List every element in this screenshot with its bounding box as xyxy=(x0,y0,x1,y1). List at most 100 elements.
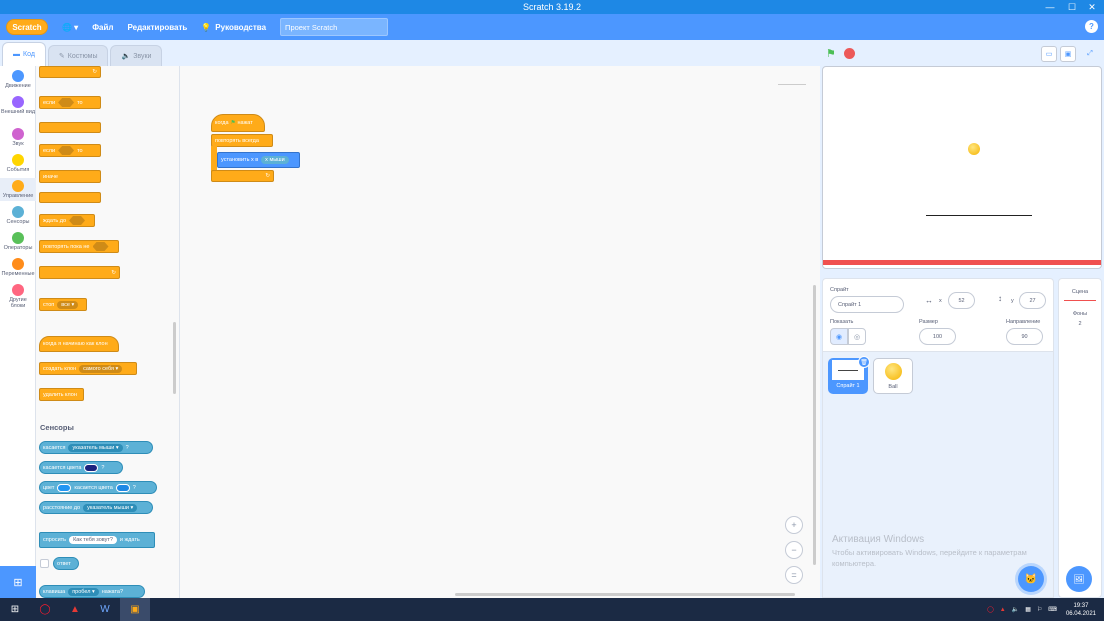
block-repeat-until[interactable]: повторять пока не xyxy=(39,240,119,253)
block-delete-clone[interactable]: удалить клон xyxy=(39,388,84,401)
category-sensing[interactable]: Сенсоры xyxy=(0,206,36,225)
hide-eye-icon[interactable]: ◎ xyxy=(848,328,866,345)
palette-scrollbar[interactable] xyxy=(173,322,176,394)
block-label: ? xyxy=(125,444,129,451)
project-title-input[interactable]: Проект Scratch xyxy=(280,18,389,36)
direction-input[interactable]: 90 xyxy=(1006,328,1043,345)
scratch-logo[interactable]: Scratch xyxy=(6,19,48,35)
category-my-blocks[interactable]: Другие блоки xyxy=(0,284,36,309)
y-input[interactable]: 27 xyxy=(1019,292,1046,309)
script-when-flag-clicked[interactable]: когда ⚑ нажат xyxy=(211,114,265,132)
color-swatch[interactable] xyxy=(57,483,72,492)
windows-start-icon[interactable]: ⊞ xyxy=(0,598,30,621)
zoom-in-button[interactable]: + xyxy=(785,516,803,534)
file-menu[interactable]: Файл xyxy=(92,23,113,32)
stop-dropdown[interactable]: все ▾ xyxy=(57,300,79,309)
add-sprite-icon[interactable]: 🐱 xyxy=(1018,566,1044,592)
trash-icon[interactable]: 🗑 xyxy=(858,356,870,368)
category-variables[interactable]: Переменные xyxy=(0,258,36,277)
help-icon[interactable]: ? xyxy=(1085,20,1098,33)
opera-tray-icon[interactable]: ◯ xyxy=(987,606,994,613)
clone-dropdown[interactable]: самого себя ▾ xyxy=(79,364,123,373)
category-motion[interactable]: Движение xyxy=(0,70,36,89)
stage-selector-panel[interactable]: Сцена Фоны 2 xyxy=(1058,278,1102,598)
large-stage-button[interactable]: ▣ xyxy=(1060,46,1076,62)
green-flag-icon[interactable]: ⚑ xyxy=(826,48,838,60)
size-input[interactable]: 100 xyxy=(919,328,956,345)
category-control[interactable]: Управление xyxy=(0,178,36,201)
touching-dropdown[interactable]: указатель мыши ▾ xyxy=(68,443,123,452)
add-backdrop-icon[interactable]: 🖼 xyxy=(1066,566,1092,592)
language-menu[interactable]: 🌐 ▾ xyxy=(62,23,78,32)
volume-icon[interactable]: 🔈 xyxy=(1012,606,1019,613)
edit-menu[interactable]: Редактировать xyxy=(127,23,187,32)
category-looks[interactable]: Внешний вид xyxy=(0,96,36,115)
tab-costumes[interactable]: ✎ Костюмы xyxy=(47,45,109,66)
color-swatch[interactable] xyxy=(84,463,99,472)
paddle-sprite[interactable] xyxy=(926,215,1032,216)
show-eye-icon[interactable]: ◉ xyxy=(830,328,848,345)
workspace-hscrollbar[interactable] xyxy=(455,593,795,596)
zoom-reset-button[interactable]: = xyxy=(785,566,803,584)
fullscreen-icon[interactable]: ⤢ xyxy=(1082,46,1098,62)
opera-icon[interactable]: ◯ xyxy=(30,598,60,621)
block-create-clone[interactable]: создать клон самого себя ▾ xyxy=(39,362,137,375)
small-stage-button[interactable]: ▭ xyxy=(1041,46,1057,62)
stage-canvas[interactable] xyxy=(822,66,1102,269)
workspace-scrollbar[interactable] xyxy=(813,285,816,565)
zoom-out-button[interactable]: − xyxy=(785,541,803,559)
block-wait-until[interactable]: ждать до xyxy=(39,214,95,227)
close-button[interactable]: ✕ xyxy=(1082,0,1102,14)
ask-text-input[interactable]: Как тебя зовут? xyxy=(69,536,117,544)
add-extension-button[interactable]: ⊞ xyxy=(0,566,36,598)
block-if-then[interactable]: если то xyxy=(39,96,101,109)
block-ask-and-wait[interactable]: спросить Как тебя зовут? и ждать xyxy=(39,532,155,548)
script-forever[interactable]: повторять всегда xyxy=(211,134,273,147)
block-repeat-until-end: ↻ xyxy=(39,266,120,279)
scratch-taskbar-icon[interactable]: ▣ xyxy=(120,598,150,621)
tab-sounds[interactable]: 🔈 Звуки xyxy=(110,45,163,66)
tutorials-menu[interactable]: 💡 Руководства xyxy=(201,23,266,32)
x-input[interactable]: 52 xyxy=(948,292,975,309)
category-dot-icon xyxy=(12,128,24,140)
taskbar-clock[interactable]: 19:37 06.04.2021 xyxy=(1066,602,1096,618)
sprite-tile-sprite1[interactable]: Спрайт 1 🗑 xyxy=(828,356,870,394)
keyboard-icon[interactable]: ⌨ xyxy=(1048,606,1057,613)
category-sound[interactable]: Звук xyxy=(0,128,36,147)
block-distance-to[interactable]: расстояние до указатель мыши ▾ xyxy=(39,501,153,514)
category-operators[interactable]: Операторы xyxy=(0,232,36,251)
ball-sprite[interactable] xyxy=(968,143,980,155)
answer-checkbox[interactable] xyxy=(40,559,49,568)
sprite-tile-ball[interactable]: Ball xyxy=(873,358,913,394)
code-workspace[interactable]: когда ⚑ нажат повторять всегда установить … xyxy=(180,66,820,598)
network-icon[interactable]: ▦ xyxy=(1025,606,1031,613)
block-key-pressed[interactable]: клавиша пробел ▾ нажата? xyxy=(39,585,145,598)
flag-tray-icon[interactable]: ⚐ xyxy=(1037,606,1042,613)
distance-dropdown[interactable]: указатель мыши ▾ xyxy=(83,503,138,512)
color-swatch[interactable] xyxy=(115,483,130,492)
category-menu: Движение Внешний вид Звук События Управл… xyxy=(0,66,36,598)
tab-code[interactable]: ▬ Код xyxy=(2,42,46,66)
block-stop[interactable]: стоп все ▾ xyxy=(39,298,87,311)
pdf-reader-icon[interactable]: ▲ xyxy=(60,598,90,621)
block-touching-color[interactable]: касается цвета? xyxy=(39,461,123,474)
watermark-line1: Чтобы активировать Windows, перейдите к … xyxy=(832,548,1027,557)
block-label: касается цвета xyxy=(74,484,113,491)
script-set-x[interactable]: установить x вx мыши xyxy=(217,152,300,168)
block-color-touching-color[interactable]: цвет касается цвета? xyxy=(39,481,157,494)
sprite-name-input[interactable]: Спрайт 1 xyxy=(830,296,904,313)
mouse-x-reporter[interactable]: x мыши xyxy=(261,156,289,164)
minimize-button[interactable]: — xyxy=(1040,0,1060,14)
block-answer[interactable]: ответ xyxy=(53,557,79,570)
block-end-cap[interactable]: ↻ xyxy=(39,66,101,78)
block-touching[interactable]: касается указатель мыши ▾? xyxy=(39,441,153,454)
acrobat-tray-icon[interactable]: ▲ xyxy=(1000,607,1006,613)
category-events[interactable]: События xyxy=(0,154,36,173)
block-if-else[interactable]: если то xyxy=(39,144,101,157)
maximize-button[interactable]: ☐ xyxy=(1062,0,1082,14)
block-when-clone-starts[interactable]: когда я начинаю как клон xyxy=(39,336,119,352)
stop-icon[interactable] xyxy=(844,48,855,59)
backdrops-label: Фоны xyxy=(1072,311,1088,317)
word-icon[interactable]: W xyxy=(90,598,120,621)
key-dropdown[interactable]: пробел ▾ xyxy=(68,587,99,596)
